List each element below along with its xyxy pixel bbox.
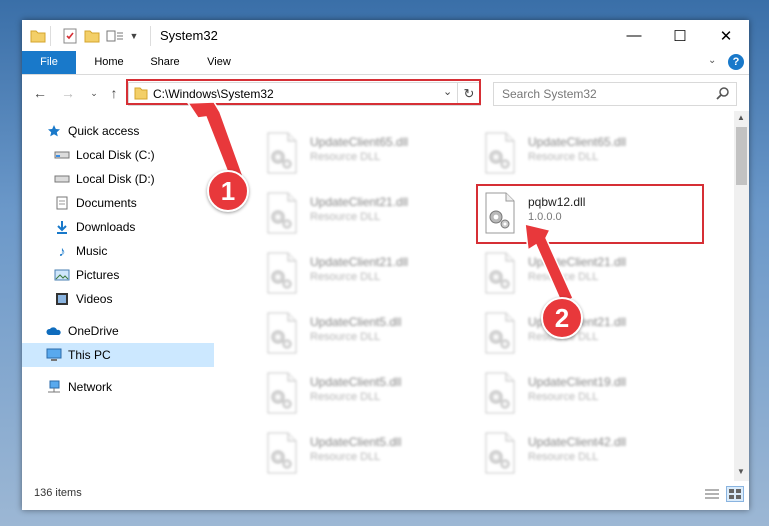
annotation-arrows [186,101,574,306]
callout-badge-1: 1 [207,170,249,212]
callout-badge-2: 2 [541,297,583,339]
